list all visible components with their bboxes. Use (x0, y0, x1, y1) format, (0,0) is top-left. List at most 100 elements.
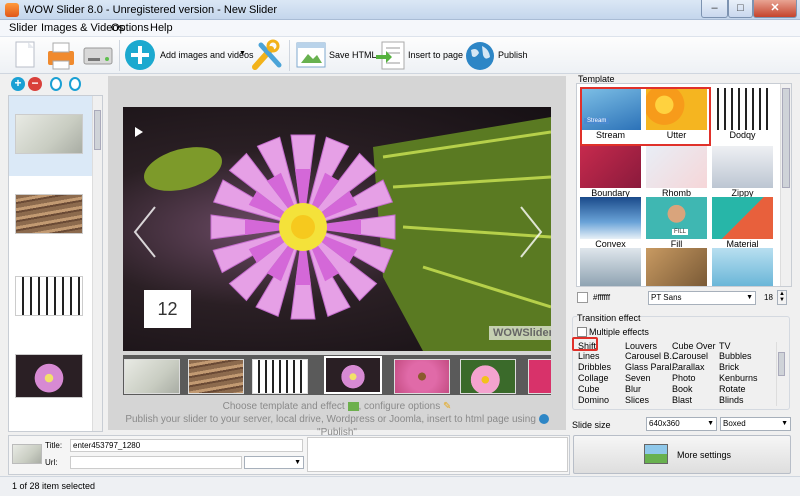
effect-item[interactable]: Cube Over (672, 342, 716, 351)
template-item[interactable] (580, 248, 641, 286)
list-item[interactable] (15, 354, 83, 398)
list-item[interactable] (15, 276, 83, 316)
template-dodqy[interactable]: Dodqy (712, 88, 773, 140)
url-target-select[interactable]: ▼ (244, 456, 304, 469)
add-plus-icon (125, 40, 155, 70)
thumbnail-list[interactable] (8, 95, 103, 432)
list-item[interactable] (15, 194, 83, 234)
add-images-button[interactable]: Add images and videos ▼ (123, 37, 254, 74)
maximize-button[interactable]: □ (728, 0, 753, 18)
effect-item[interactable]: TV (719, 342, 731, 351)
description-field[interactable] (307, 437, 568, 472)
selected-effect-highlight (572, 337, 598, 351)
publish-button[interactable]: Publish (463, 37, 528, 74)
layout-mode-select[interactable]: Boxed ▼ (720, 417, 791, 431)
effect-scrollbar[interactable] (776, 342, 786, 406)
settings-button[interactable] (249, 37, 285, 74)
strip-thumbnail[interactable] (460, 359, 516, 394)
hint-line1: Choose template and effect (222, 401, 345, 412)
slide-size-value: 640x360 (649, 419, 680, 428)
thumbnail-strip[interactable] (123, 355, 551, 395)
effect-item[interactable]: Carousel (672, 352, 708, 361)
template-item[interactable] (712, 248, 773, 286)
template-boundary[interactable]: Boundary (580, 146, 641, 198)
menu-help[interactable]: Help (150, 22, 173, 34)
insert-to-page-button[interactable]: Insert to page (374, 37, 464, 74)
slide-size-select[interactable]: 640x360 ▼ (646, 417, 717, 431)
open-button[interactable] (44, 37, 78, 74)
effect-item[interactable]: Blur (625, 385, 641, 394)
close-button[interactable]: ✕ (753, 0, 797, 18)
minimize-button[interactable]: – (701, 0, 728, 18)
chevron-down-icon: ▼ (707, 420, 714, 427)
save-button[interactable] (80, 37, 116, 74)
thumbnail-scrollbar[interactable] (92, 96, 102, 431)
effect-item[interactable]: Bubbles (719, 352, 752, 361)
url-field[interactable] (70, 456, 242, 469)
scrollbar-thumb[interactable] (94, 110, 101, 150)
insert-to-page-label: Insert to page (408, 50, 464, 60)
effect-item[interactable]: Cube (578, 385, 600, 394)
rotate-left-icon[interactable] (50, 77, 62, 91)
template-gallery[interactable]: Stream Stream Utter Dodqy Boundary Rhomb… (576, 83, 792, 287)
effect-item[interactable]: Domino (578, 396, 609, 405)
strip-thumbnail[interactable] (394, 359, 450, 394)
template-material[interactable]: Material (712, 197, 773, 249)
more-settings-button[interactable]: More settings (573, 435, 791, 474)
effect-item[interactable]: Rotate (719, 385, 746, 394)
font-size-stepper[interactable]: ▲ ▼ (777, 290, 787, 305)
strip-thumbnail[interactable] (252, 359, 308, 394)
multiple-effects-checkbox[interactable] (577, 327, 587, 337)
scrollbar-thumb[interactable] (782, 88, 790, 188)
effect-item[interactable]: Photo (672, 374, 696, 383)
hint-line2: Publish your slider to your server, loca… (125, 414, 536, 425)
effect-item[interactable]: Carousel B... (625, 352, 677, 361)
effect-item[interactable]: Book (672, 385, 693, 394)
menu-options[interactable]: Options (111, 22, 149, 34)
font-size-value[interactable]: 18 (764, 293, 773, 302)
remove-image-button[interactable]: − (28, 77, 42, 91)
template-convex[interactable]: Convex (580, 197, 641, 249)
effect-item[interactable]: Parallax (672, 363, 705, 372)
effect-item[interactable]: Brick (719, 363, 739, 372)
strip-thumbnail[interactable] (528, 359, 551, 394)
publish-label: Publish (498, 50, 528, 60)
template-fill[interactable]: FILL Fill (646, 197, 707, 249)
color-swatch[interactable] (577, 292, 588, 303)
scrollbar-thumb[interactable] (778, 352, 785, 376)
list-item[interactable] (15, 114, 83, 154)
effect-item[interactable]: Slices (625, 396, 649, 405)
rotate-right-icon[interactable] (69, 77, 81, 91)
template-scrollbar[interactable] (780, 84, 791, 286)
template-rhomb[interactable]: Rhomb (646, 146, 707, 198)
effect-item[interactable]: Blinds (719, 396, 744, 405)
effect-item[interactable]: Lines (578, 352, 600, 361)
app-icon (5, 3, 19, 17)
menu-slider[interactable]: Slider (9, 22, 37, 34)
effect-item[interactable]: Collage (578, 374, 609, 383)
slide-image[interactable]: 12 WOWSlider (123, 107, 551, 351)
strip-thumbnail[interactable] (124, 359, 180, 394)
template-zippy[interactable]: Zippy (712, 146, 773, 198)
menu-bar: Slider Images & Videos Options Help (0, 20, 800, 37)
chevron-down-icon: ▼ (294, 459, 301, 466)
font-select[interactable]: PT Sans ▼ (648, 291, 756, 305)
color-value[interactable]: #ffffff (593, 293, 610, 302)
template-item[interactable] (646, 248, 707, 286)
effect-item[interactable]: Kenburns (719, 374, 758, 383)
effect-item[interactable]: Louvers (625, 342, 657, 351)
strip-thumbnail[interactable] (188, 359, 244, 394)
strip-thumbnail-active[interactable] (324, 356, 382, 394)
effect-item[interactable]: Blast (672, 396, 692, 405)
transition-section-label: Transition effect (577, 313, 641, 323)
effect-item[interactable]: Dribbles (578, 363, 611, 372)
save-html-button[interactable]: Save HTML (294, 37, 377, 74)
effect-item[interactable]: Seven (625, 374, 651, 383)
dropdown-arrow-icon[interactable]: ▼ (239, 50, 246, 57)
add-image-button[interactable]: + (11, 77, 25, 91)
new-button[interactable] (8, 37, 42, 74)
layout-mode-value: Boxed (723, 419, 746, 428)
title-field[interactable]: enter453797_1280 (70, 439, 303, 452)
template-icon (347, 401, 359, 411)
effect-item[interactable]: Glass Paral... (625, 363, 679, 372)
